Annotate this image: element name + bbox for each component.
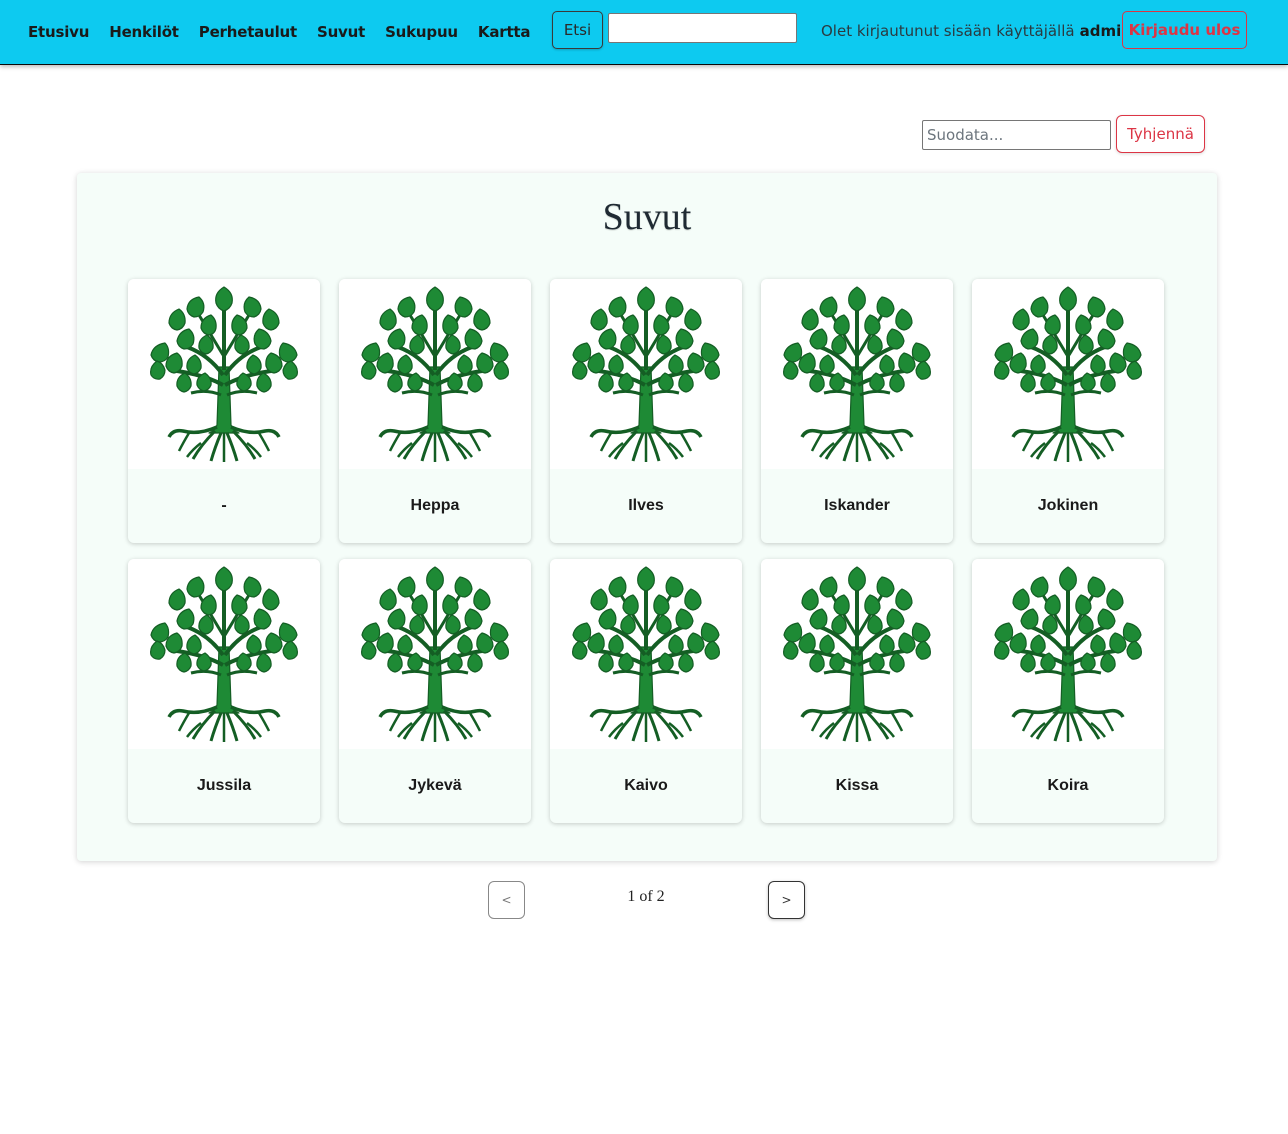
tree-coat-of-arms-icon	[339, 559, 531, 749]
tree-coat-of-arms-icon	[550, 559, 742, 749]
family-name: Jokinen	[1037, 497, 1099, 514]
nav-links: Etusivu Henkilöt Perhetaulut Suvut Sukup…	[18, 0, 540, 64]
tree-coat-of-arms-icon	[972, 559, 1164, 749]
family-card[interactable]: Jokinen	[972, 279, 1164, 543]
family-name: Heppa	[410, 497, 460, 514]
family-name: -	[221, 497, 227, 514]
family-name: Jykevä	[408, 777, 462, 794]
tree-coat-of-arms-icon	[972, 279, 1164, 469]
family-card[interactable]: Heppa	[339, 279, 531, 543]
family-name: Ilves	[628, 497, 664, 514]
family-card[interactable]: Jykevä	[339, 559, 531, 823]
top-navbar: Etusivu Henkilöt Perhetaulut Suvut Sukup…	[0, 0, 1288, 65]
search-button[interactable]: Etsi	[552, 11, 603, 49]
search-input[interactable]	[608, 13, 797, 43]
logout-button[interactable]: Kirjaudu ulos	[1122, 11, 1247, 49]
previous-page-button[interactable]: <	[488, 881, 525, 919]
page-title: Suvut	[602, 196, 692, 238]
family-card[interactable]: Kaivo	[550, 559, 742, 823]
tree-coat-of-arms-icon	[761, 279, 953, 469]
family-card[interactable]: -	[128, 279, 320, 543]
family-name: Koira	[1047, 777, 1089, 794]
tree-coat-of-arms-icon	[550, 279, 742, 469]
family-name: Jussila	[196, 777, 252, 794]
page-indicator: 1 of 2	[627, 888, 665, 905]
login-status-text: Olet kirjautunut sisään käyttäjällä	[821, 22, 1075, 40]
clear-filter-button[interactable]: Tyhjennä	[1116, 115, 1205, 153]
nav-link-etusivu[interactable]: Etusivu	[18, 23, 99, 41]
family-name: Iskander	[824, 497, 890, 514]
family-name: Kaivo	[624, 777, 668, 794]
tree-coat-of-arms-icon	[339, 279, 531, 469]
login-status: Olet kirjautunut sisään käyttäjällä admi…	[821, 0, 1132, 62]
family-card[interactable]: Jussila	[128, 559, 320, 823]
families-panel: Suvut - Heppa Ilves Iskander Jokinen Jus…	[77, 173, 1217, 861]
nav-link-henkilot[interactable]: Henkilöt	[99, 23, 189, 41]
family-grid: - Heppa Ilves Iskander Jokinen Jussila J…	[128, 279, 1168, 823]
family-card[interactable]: Koira	[972, 559, 1164, 823]
family-card[interactable]: Ilves	[550, 279, 742, 543]
nav-link-suvut[interactable]: Suvut	[307, 23, 375, 41]
tree-coat-of-arms-icon	[128, 279, 320, 469]
family-card[interactable]: Kissa	[761, 559, 953, 823]
family-name: Kissa	[835, 777, 879, 794]
nav-link-perhetaulut[interactable]: Perhetaulut	[189, 23, 307, 41]
filter-input[interactable]	[922, 120, 1111, 150]
nav-link-kartta[interactable]: Kartta	[468, 23, 540, 41]
tree-coat-of-arms-icon	[761, 559, 953, 749]
tree-coat-of-arms-icon	[128, 559, 320, 749]
family-card[interactable]: Iskander	[761, 279, 953, 543]
next-page-button[interactable]: >	[768, 881, 805, 919]
nav-link-sukupuu[interactable]: Sukupuu	[375, 23, 468, 41]
